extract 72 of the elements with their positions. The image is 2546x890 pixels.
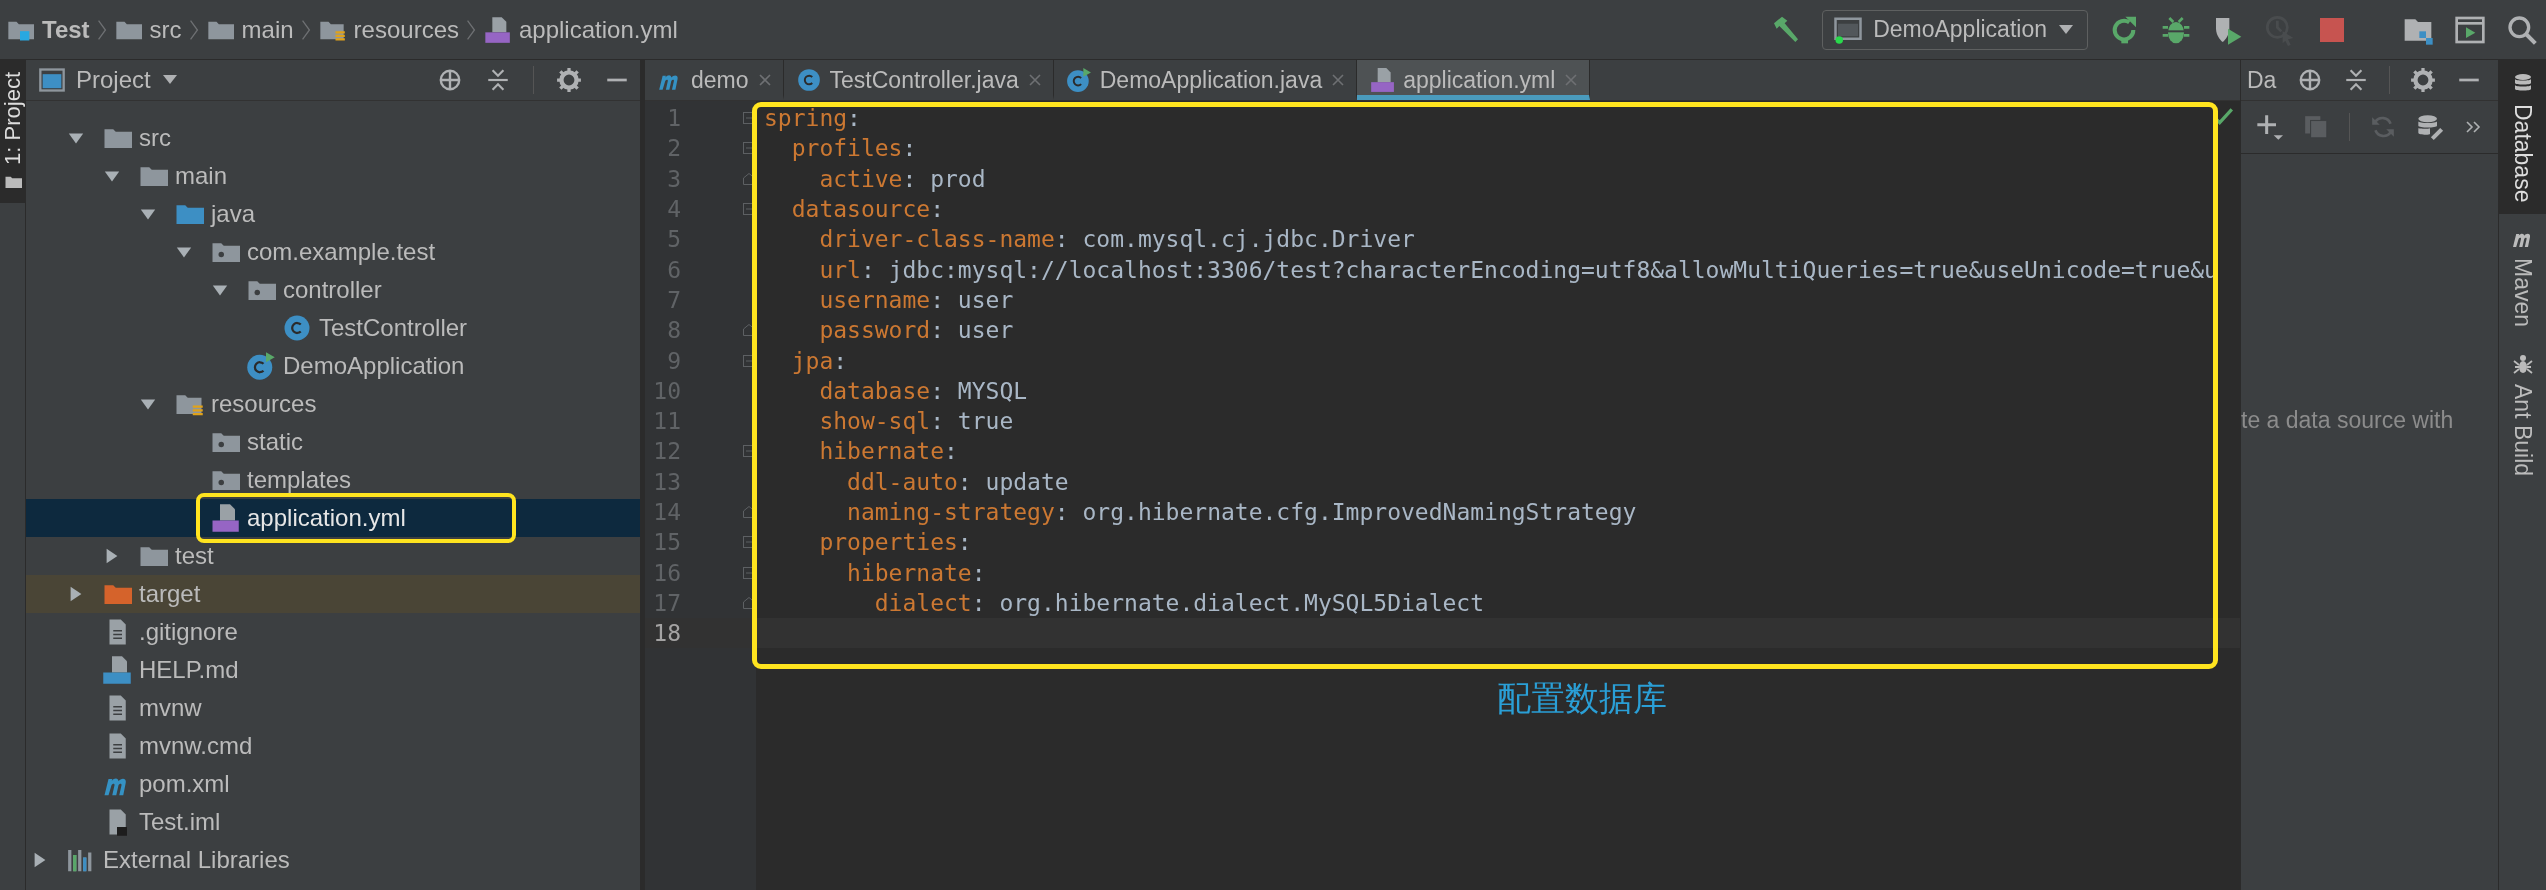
yml-file-icon xyxy=(483,15,511,44)
code-line: properties: xyxy=(818,529,972,556)
tool-window-tab[interactable]: Maven xyxy=(2499,214,2546,340)
tree-item[interactable]: mvnw xyxy=(26,689,640,727)
code-line: show-sql: true xyxy=(818,408,1014,435)
tree-item[interactable]: resources xyxy=(26,385,640,423)
annotation-caption: 配置数据库 xyxy=(1497,677,1667,720)
code-line: jpa: xyxy=(790,347,848,374)
tree-item[interactable]: static xyxy=(26,423,640,461)
empty-state-text: te a data source with xyxy=(2241,407,2455,434)
tree-item[interactable]: controller xyxy=(26,271,640,309)
panel-icon xyxy=(38,66,66,94)
breadcrumb-item[interactable]: application.yml xyxy=(519,15,678,44)
locate-icon[interactable] xyxy=(437,67,463,93)
tool-window-tab[interactable]: Database xyxy=(2499,60,2546,215)
tool-window-tab[interactable]: Ant Build xyxy=(2499,339,2546,488)
code-line: dialect: org.hibernate.dialect.MySQL5Dialect xyxy=(873,589,1485,616)
tree-item[interactable]: src xyxy=(26,119,640,157)
panel-title: Da xyxy=(2247,66,2277,94)
tree-item[interactable]: Test.iml xyxy=(26,803,640,841)
line-number: 18 xyxy=(652,620,681,647)
add-icon[interactable] xyxy=(2255,113,2283,141)
tree-item[interactable]: main xyxy=(26,157,640,195)
tool-window-tab[interactable]: 1: Project xyxy=(0,60,25,203)
tree-item[interactable]: HELP.md xyxy=(26,651,640,689)
yml-file-icon xyxy=(1369,67,1396,93)
tree-item[interactable]: .gitignore xyxy=(26,613,640,651)
code-line: database: MYSQL xyxy=(818,377,1028,404)
md-file-icon xyxy=(102,655,132,685)
breadcrumb-item[interactable]: src xyxy=(149,15,182,44)
tree-item[interactable]: templates xyxy=(26,461,640,499)
main-class-icon xyxy=(246,351,276,381)
tree-item[interactable]: test xyxy=(26,537,640,575)
settings-icon[interactable] xyxy=(2410,67,2436,93)
settings-icon[interactable] xyxy=(556,67,582,93)
code-line: active: prod xyxy=(818,165,986,192)
locate-icon[interactable] xyxy=(2297,67,2323,93)
class-icon xyxy=(282,313,312,343)
tree-item[interactable]: java xyxy=(26,195,640,233)
tree-item[interactable]: application.yml xyxy=(26,499,640,537)
breadcrumb-item[interactable]: resources xyxy=(353,15,459,44)
run-configuration-dropdown[interactable]: DemoApplication xyxy=(1822,9,2088,50)
tree-item[interactable]: TestController xyxy=(26,309,640,347)
class-icon xyxy=(795,67,822,93)
code-line: hibernate: xyxy=(846,559,986,586)
code-line: driver-class-name: com.mysql.cj.jdbc.Driver xyxy=(818,226,1415,253)
collapse-all-icon[interactable] xyxy=(485,67,511,93)
tree-item[interactable]: DemoApplication xyxy=(26,347,640,385)
code-line: profiles: xyxy=(790,135,917,162)
tree-item[interactable]: target xyxy=(26,575,640,613)
view-selector[interactable]: Project xyxy=(38,66,415,94)
code-line: datasource: xyxy=(790,196,945,223)
code-line: username: user xyxy=(818,286,1014,313)
more-icon[interactable] xyxy=(2464,119,2482,135)
database-tools-icon[interactable] xyxy=(2416,113,2444,141)
yml-file-icon xyxy=(210,503,240,533)
breadcrumb-item[interactable]: Test xyxy=(42,15,90,44)
code-line: spring: xyxy=(764,105,861,132)
code-line: hibernate: xyxy=(818,438,958,465)
tree-item[interactable]: External Libraries xyxy=(26,841,640,879)
code-line: naming-strategy: org.hibernate.cfg.ImprovedNamingStrategy xyxy=(846,499,1637,525)
editor-tab[interactable]: application.yml xyxy=(1357,60,1591,100)
tree-item[interactable]: mvnw.cmd xyxy=(26,727,640,765)
tree-item[interactable]: pom.xml xyxy=(26,765,640,803)
code-line: password: user xyxy=(818,317,1014,344)
code-line: url: jdbc:mysql://localhost:3306/test?characterEncoding=utf8&allowMultiQueries=true&useUnicode=true&u xyxy=(818,256,2218,283)
breadcrumb-item[interactable]: main xyxy=(241,15,294,44)
search-icon[interactable] xyxy=(2506,13,2538,46)
collapse-all-icon[interactable] xyxy=(2343,67,2369,93)
tree-item[interactable]: com.example.test xyxy=(26,233,640,271)
code-line: ddl-auto: update xyxy=(846,468,1069,495)
main-class-icon xyxy=(1065,67,1092,93)
